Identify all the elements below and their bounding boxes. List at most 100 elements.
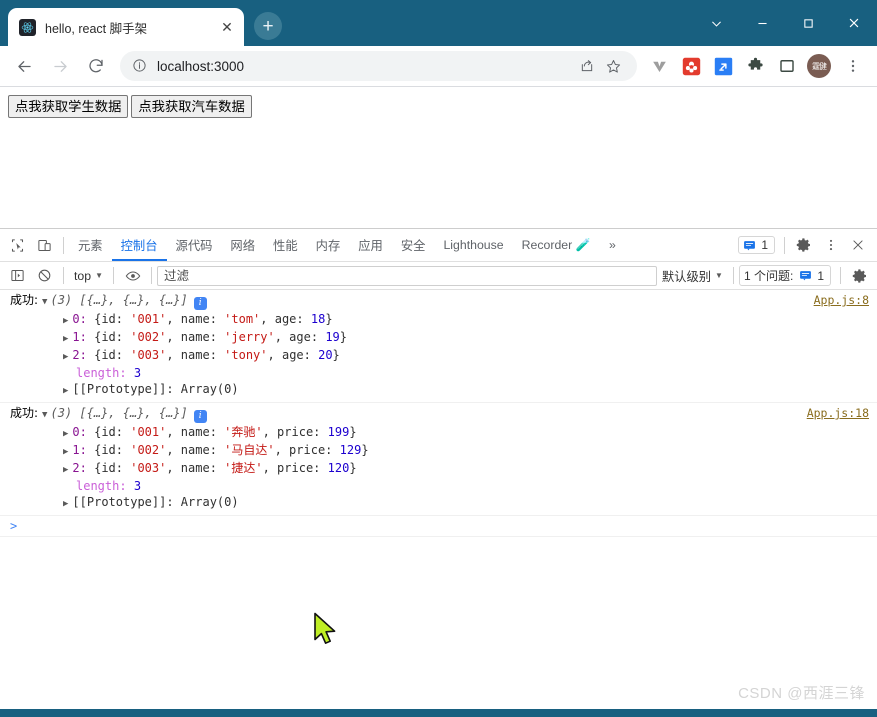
gear-icon[interactable]	[790, 232, 817, 259]
length-key: length:	[76, 479, 127, 493]
object-value-plain: , name:	[166, 443, 225, 457]
live-expression-eye-icon[interactable]	[119, 262, 146, 289]
chevron-down-icon: ▼	[95, 271, 104, 280]
prototype-label: [[Prototype]]: Array(0)	[72, 382, 239, 396]
title-bar: hello, react 脚手架 ✕ +	[0, 0, 877, 46]
console-log-label: 成功:	[10, 406, 39, 420]
source-location-link[interactable]: App.js:8	[814, 293, 869, 307]
object-value-str: '001'	[130, 312, 167, 326]
object-index-key: 2:	[72, 348, 87, 362]
source-location-link[interactable]: App.js:18	[807, 406, 869, 420]
expand-triangle-icon[interactable]: ▼	[42, 407, 47, 424]
devtools-panel: 元素 控制台 源代码 网络 性能 内存 应用 安全 Lighthouse Rec…	[0, 228, 877, 714]
tab-application[interactable]: 应用	[349, 229, 392, 261]
window-minimize-icon[interactable]	[739, 5, 785, 41]
console-object-rows: ▶ 0: {id: '001', name: 'tom', age: 18} ▶ 1:…	[0, 311, 877, 399]
console-settings-gear-icon[interactable]	[846, 262, 873, 289]
console-object-row: ▶ 1: {id: '002', name: '马自达', price: 129}	[63, 442, 877, 460]
puzzle-extensions-icon[interactable]	[742, 53, 768, 79]
blue-arrows-extension-icon[interactable]	[710, 53, 736, 79]
toolbar-divider	[63, 236, 64, 254]
back-arrow-icon[interactable]	[9, 51, 39, 81]
info-badge-icon[interactable]: i	[193, 410, 207, 423]
console-toolbar: top ▼ 默认级别 ▼ 1 个问题: 1	[0, 262, 877, 290]
console-log-header: 成功: ▼ (3) [{…}, {…}, {…}] i	[0, 405, 877, 424]
object-value-plain: {id:	[94, 425, 131, 439]
red-extension-icon[interactable]	[678, 53, 704, 79]
log-level-selector[interactable]: 默认级别 ▼	[657, 265, 728, 287]
new-tab-button[interactable]: +	[254, 12, 282, 40]
object-value-plain: {id:	[94, 461, 131, 475]
object-value-plain: }	[332, 348, 340, 362]
expand-triangle-icon[interactable]: ▶	[63, 349, 68, 365]
tab-performance[interactable]: 性能	[264, 229, 307, 261]
tab-memory[interactable]: 内存	[307, 229, 350, 261]
object-value-plain: , name:	[166, 312, 225, 326]
issues-badge[interactable]: 1 个问题: 1	[738, 265, 831, 286]
fetch-student-data-button[interactable]: 点我获取学生数据	[8, 95, 129, 119]
object-index-key: 1:	[72, 330, 87, 344]
console-filter-input[interactable]	[157, 265, 657, 286]
tab-close-icon[interactable]: ✕	[216, 16, 238, 38]
array-summary: (3) [{…}, {…}, {…}]	[50, 406, 188, 420]
expand-triangle-icon[interactable]: ▶	[63, 426, 68, 442]
console-sidebar-icon[interactable]	[4, 262, 31, 289]
tab-recorder[interactable]: Recorder 🧪	[513, 229, 600, 261]
window-chevron-down-icon[interactable]	[693, 5, 739, 41]
browser-tab[interactable]: hello, react 脚手架 ✕	[8, 8, 244, 46]
info-badge-icon[interactable]: i	[193, 297, 207, 310]
expand-triangle-icon[interactable]: ▶	[63, 496, 68, 512]
browser-toolbar: localhost:3000 霆健	[0, 46, 877, 86]
console-prompt-row[interactable]: >	[0, 516, 877, 537]
expand-triangle-icon[interactable]: ▶	[63, 462, 68, 478]
message-count-badge[interactable]: 1	[738, 236, 775, 254]
toolbar-divider	[151, 267, 153, 284]
more-tabs-icon[interactable]: »	[600, 229, 625, 261]
tab-console[interactable]: 控制台	[112, 229, 167, 261]
tab-lighthouse[interactable]: Lighthouse	[434, 229, 512, 261]
inspect-element-icon[interactable]	[4, 232, 31, 259]
window-close-icon[interactable]	[831, 5, 877, 41]
object-index-key: 2:	[72, 461, 87, 475]
toolbar-divider	[63, 267, 64, 284]
side-panel-icon[interactable]	[774, 53, 800, 79]
length-key: length:	[76, 366, 127, 380]
star-icon[interactable]	[601, 54, 625, 78]
devtools-more-menu-icon[interactable]	[817, 232, 844, 259]
prototype-row[interactable]: ▶ [[Prototype]]: Array(0)	[63, 381, 877, 399]
reload-icon[interactable]	[81, 51, 111, 81]
object-value-str: '捷达'	[224, 461, 263, 475]
expand-triangle-icon[interactable]: ▶	[63, 313, 68, 329]
browser-menu-icon[interactable]	[838, 51, 868, 81]
vimium-v-icon[interactable]	[646, 53, 672, 79]
message-count: 1	[761, 238, 768, 252]
object-value-num: 20	[318, 348, 333, 362]
share-icon[interactable]	[575, 54, 599, 78]
tab-sources[interactable]: 源代码	[167, 229, 222, 261]
expand-triangle-icon[interactable]: ▼	[42, 294, 47, 311]
clear-console-icon[interactable]	[31, 262, 58, 289]
address-bar[interactable]: localhost:3000	[120, 51, 637, 81]
console-object-rows: ▶ 0: {id: '001', name: '奔驰', price: 199} ▶…	[0, 424, 877, 512]
expand-triangle-icon[interactable]: ▶	[63, 331, 68, 347]
fetch-car-data-button[interactable]: 点我获取汽车数据	[131, 95, 252, 119]
forward-arrow-icon[interactable]	[45, 51, 75, 81]
device-toolbar-icon[interactable]	[31, 232, 58, 259]
object-value-plain: , price:	[262, 461, 328, 475]
devtools-close-icon[interactable]	[844, 232, 871, 259]
window-maximize-icon[interactable]	[785, 5, 831, 41]
tab-network[interactable]: 网络	[221, 229, 264, 261]
object-value-str: '001'	[130, 425, 167, 439]
expand-triangle-icon[interactable]: ▶	[63, 444, 68, 460]
prototype-row[interactable]: ▶ [[Prototype]]: Array(0)	[63, 494, 877, 512]
tab-elements[interactable]: 元素	[69, 229, 112, 261]
log-level-label: 默认级别	[661, 269, 712, 284]
object-value-plain: {id:	[94, 312, 131, 326]
object-value-plain: , age:	[260, 312, 311, 326]
window-bottom-bar	[0, 709, 877, 717]
profile-avatar[interactable]: 霆健	[807, 54, 831, 78]
execution-context-selector[interactable]: top ▼	[69, 265, 108, 287]
expand-triangle-icon[interactable]: ▶	[63, 383, 68, 399]
tab-security[interactable]: 安全	[392, 229, 435, 261]
site-info-icon[interactable]	[132, 58, 148, 74]
